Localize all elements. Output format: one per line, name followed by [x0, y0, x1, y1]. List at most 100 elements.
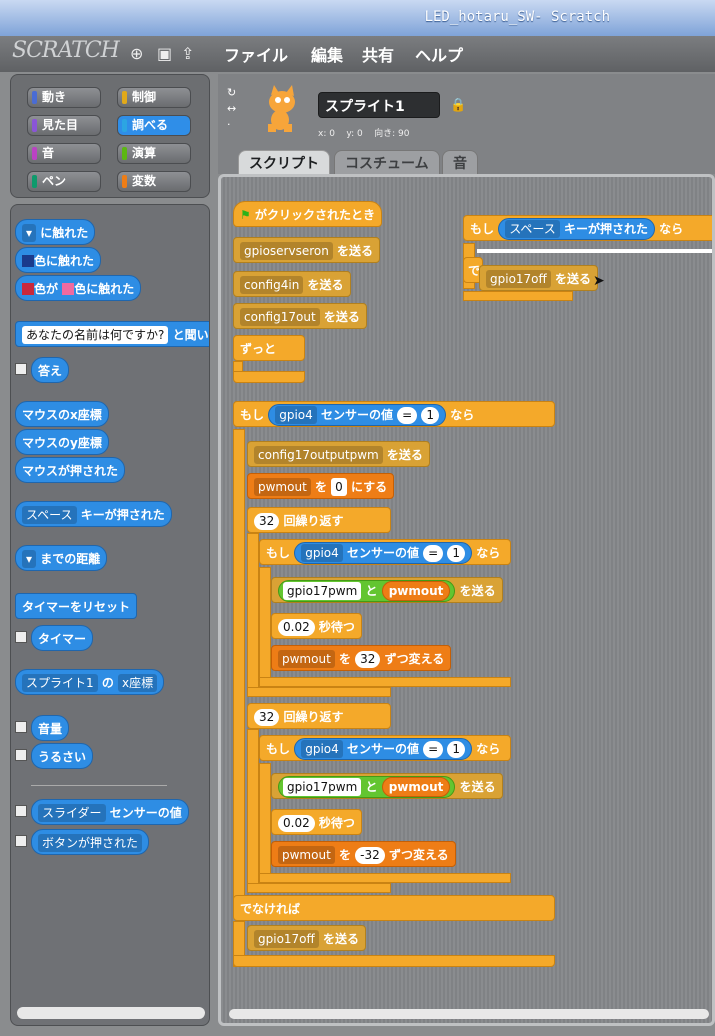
repeat-count-input[interactable]: 32: [254, 513, 280, 530]
lock-icon[interactable]: 🔒: [450, 98, 466, 113]
color-swatch[interactable]: [22, 283, 34, 295]
if-key-block[interactable]: もし スペース キーが押された なら: [463, 215, 712, 241]
button-pressed-block[interactable]: ボタンが押された: [31, 829, 150, 855]
ask-block[interactable]: あなたの名前は何ですか? と聞い: [15, 321, 209, 347]
reset-timer-block[interactable]: タイマーをリセット: [15, 593, 138, 619]
sensor-dropdown[interactable]: スライダー: [38, 804, 106, 822]
sensor-value-reporter[interactable]: gpio4 センサーの値 = 1: [268, 404, 447, 426]
dropdown-icon[interactable]: ▾: [22, 224, 37, 242]
checkbox[interactable]: [15, 721, 27, 733]
menu-file[interactable]: ファイル: [224, 42, 288, 66]
message-dropdown[interactable]: gpioservseron: [240, 242, 333, 260]
change-var-block[interactable]: pwmout を 32 ずつ変える: [271, 645, 452, 671]
share-icon[interactable]: ⇪: [181, 44, 194, 63]
menu-edit[interactable]: 編集: [311, 42, 343, 66]
key-pressed-reporter[interactable]: スペース キーが押された: [498, 218, 655, 240]
broadcast-block[interactable]: config17out を送る: [233, 303, 367, 329]
broadcast-join-block[interactable]: gpio17pwm と pwmout を送る: [271, 773, 503, 799]
message-dropdown[interactable]: gpio17off: [254, 930, 319, 948]
sprite-name-field[interactable]: スプライト1: [318, 92, 440, 118]
broadcast-block[interactable]: gpio17off を送る: [247, 925, 366, 951]
wait-input[interactable]: 0.02: [278, 619, 315, 636]
value-input[interactable]: 0: [331, 478, 347, 496]
category-motion[interactable]: 動き: [27, 87, 101, 108]
category-sound[interactable]: 音: [27, 143, 101, 164]
broadcast-block[interactable]: gpio17off を送る: [479, 265, 598, 291]
checkbox[interactable]: [15, 749, 27, 761]
category-variables[interactable]: 変数: [117, 171, 191, 192]
palette-scrollbar[interactable]: [17, 1007, 205, 1019]
when-flag-clicked-block[interactable]: ⚑ がクリックされたとき: [233, 201, 382, 227]
key-pressed-block[interactable]: スペース キーが押された: [15, 501, 172, 527]
tab-costumes[interactable]: コスチューム: [334, 150, 440, 174]
sensor-dropdown[interactable]: gpio4: [301, 544, 343, 562]
repeat-block[interactable]: 32 回繰り返す: [247, 703, 391, 729]
set-var-block[interactable]: pwmout を 0 にする: [247, 473, 395, 499]
repeat-block[interactable]: 32 回繰り返す: [247, 507, 391, 533]
menu-help[interactable]: ヘルプ: [415, 42, 463, 66]
broadcast-block[interactable]: config4in を送る: [233, 271, 351, 297]
sensor-value-reporter[interactable]: gpio4 センサーの値 = 1: [294, 738, 473, 760]
broadcast-block[interactable]: gpioservseron を送る: [233, 237, 381, 263]
category-operators[interactable]: 演算: [117, 143, 191, 164]
sensor-dropdown[interactable]: gpio4: [275, 406, 317, 424]
checkbox[interactable]: [15, 805, 27, 817]
category-looks[interactable]: 見た目: [27, 115, 101, 136]
touching-block[interactable]: ▾ に触れた: [15, 219, 96, 245]
message-dropdown[interactable]: config17outputpwm: [254, 446, 383, 464]
color-swatch[interactable]: [62, 283, 75, 295]
change-input[interactable]: 32: [355, 651, 381, 668]
value-input[interactable]: 1: [421, 407, 440, 424]
join-reporter[interactable]: gpio17pwm と pwmout: [278, 580, 456, 602]
sprite-dropdown[interactable]: スプライト1: [22, 674, 98, 692]
color-swatch[interactable]: [22, 255, 34, 267]
value-input[interactable]: 1: [447, 545, 466, 562]
message-dropdown[interactable]: config4in: [240, 276, 304, 294]
color-touching-color-block[interactable]: 色が 色に触れた: [15, 275, 142, 301]
rotate-icon[interactable]: ↻: [227, 86, 236, 99]
wait-block[interactable]: 0.02 秒待つ: [271, 613, 362, 639]
variable-reporter[interactable]: pwmout: [381, 581, 451, 601]
checkbox[interactable]: [15, 631, 27, 643]
repeat-count-input[interactable]: 32: [254, 709, 280, 726]
change-input[interactable]: -32: [355, 847, 385, 864]
message-dropdown[interactable]: config17out: [240, 308, 320, 326]
key-dropdown[interactable]: スペース: [505, 220, 560, 238]
sprite-thumbnail-icon[interactable]: [256, 84, 306, 134]
category-pen[interactable]: ペン: [27, 171, 101, 192]
globe-icon[interactable]: ⊕: [130, 44, 143, 63]
change-var-block[interactable]: pwmout を -32 ずつ変える: [271, 841, 456, 867]
variable-dropdown[interactable]: pwmout: [278, 846, 335, 864]
join-input[interactable]: gpio17pwm: [283, 778, 362, 796]
value-input[interactable]: 1: [447, 741, 466, 758]
flip-icon[interactable]: ↔: [227, 102, 236, 115]
menu-share[interactable]: 共有: [362, 42, 394, 66]
mouse-y-block[interactable]: マウスのy座標: [15, 429, 109, 455]
sensor-dropdown[interactable]: gpio4: [301, 740, 343, 758]
answer-block[interactable]: 答え: [31, 357, 70, 383]
save-icon[interactable]: ▣: [157, 44, 172, 63]
tab-sounds[interactable]: 音: [442, 150, 478, 174]
join-reporter[interactable]: gpio17pwm と pwmout: [278, 776, 456, 798]
sensor-value-reporter[interactable]: gpio4 センサーの値 = 1: [294, 542, 473, 564]
mouse-down-block[interactable]: マウスが押された: [15, 457, 126, 483]
attribute-dropdown[interactable]: x座標: [118, 674, 158, 692]
sensor-value-block[interactable]: スライダー センサーの値: [31, 799, 189, 825]
broadcast-block[interactable]: config17outputpwm を送る: [247, 441, 430, 467]
scripts-scrollbar[interactable]: [229, 1009, 709, 1019]
broadcast-join-block[interactable]: gpio17pwm と pwmout を送る: [271, 577, 503, 603]
mouse-x-block[interactable]: マウスのx座標: [15, 401, 109, 427]
if-else-block[interactable]: もし gpio4 センサーの値 = 1 なら: [233, 401, 555, 427]
wait-block[interactable]: 0.02 秒待つ: [271, 809, 362, 835]
tab-scripts[interactable]: スクリプト: [238, 150, 330, 174]
key-dropdown[interactable]: スペース: [22, 506, 77, 524]
wait-input[interactable]: 0.02: [278, 815, 315, 832]
variable-reporter[interactable]: pwmout: [381, 777, 451, 797]
if-block[interactable]: もし gpio4 センサーの値 = 1 なら: [259, 539, 511, 565]
dropdown-icon[interactable]: ▾: [22, 550, 37, 568]
join-input[interactable]: gpio17pwm: [283, 582, 362, 600]
checkbox[interactable]: [15, 835, 27, 847]
variable-dropdown[interactable]: pwmout: [278, 650, 335, 668]
checkbox[interactable]: [15, 363, 27, 375]
loudness-block[interactable]: 音量: [31, 715, 70, 741]
